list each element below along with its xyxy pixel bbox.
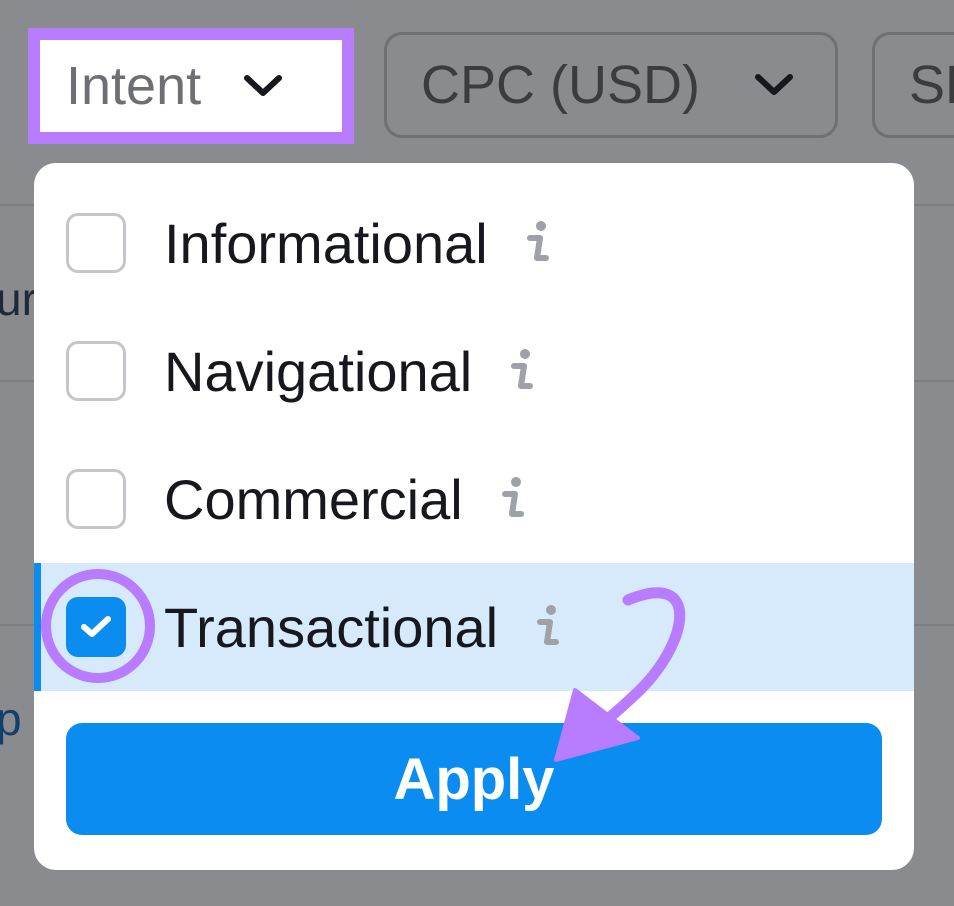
intent-option-transactional[interactable]: Transactional: [34, 563, 914, 691]
cpc-filter-button[interactable]: CPC (USD): [384, 32, 838, 138]
option-label: Informational: [164, 211, 488, 275]
background-link-fragment: p: [0, 693, 22, 745]
chevron-down-icon: [243, 73, 283, 99]
info-icon[interactable]: [524, 220, 552, 266]
background-text-fragment: ur: [0, 273, 37, 325]
highlight-circle: [41, 569, 155, 683]
serp-features-filter-button[interactable]: SE: [872, 32, 954, 138]
serp-features-filter-label: SE: [909, 55, 954, 115]
navigational-checkbox[interactable]: [66, 341, 126, 401]
intent-option-informational[interactable]: Informational: [34, 179, 914, 307]
intent-dropdown-menu: Informational Navigational Commercial Tr…: [34, 163, 914, 870]
commercial-checkbox[interactable]: [66, 469, 126, 529]
intent-option-commercial[interactable]: Commercial: [34, 435, 914, 563]
chevron-down-icon: [754, 72, 794, 98]
intent-filter-button[interactable]: Intent: [28, 28, 354, 144]
info-icon[interactable]: [508, 348, 536, 394]
info-icon[interactable]: [534, 604, 562, 650]
informational-checkbox[interactable]: [66, 213, 126, 273]
intent-filter-label: Intent: [66, 56, 202, 116]
option-label: Transactional: [164, 595, 499, 659]
option-label: Navigational: [164, 339, 473, 403]
intent-option-navigational[interactable]: Navigational: [34, 307, 914, 435]
option-label: Commercial: [164, 467, 463, 531]
apply-button[interactable]: Apply: [66, 723, 882, 835]
cpc-filter-label: CPC (USD): [421, 55, 700, 115]
info-icon[interactable]: [499, 476, 527, 522]
